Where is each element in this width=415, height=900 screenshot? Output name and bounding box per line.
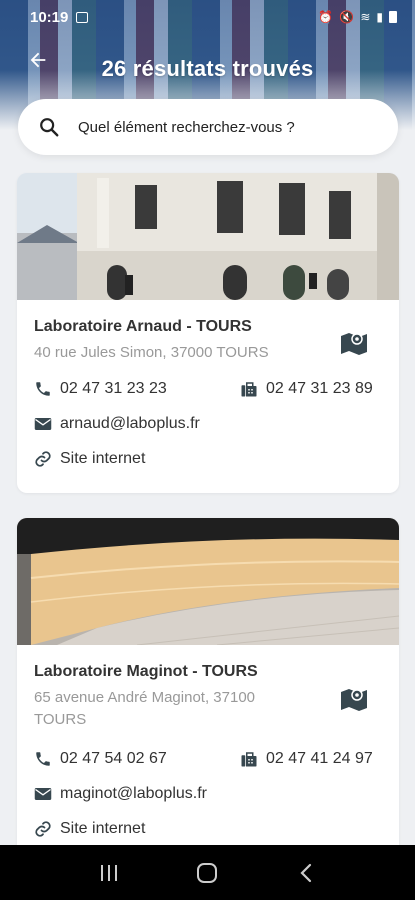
email-link[interactable]: arnaud@laboplus.fr (34, 415, 200, 433)
fax-link[interactable]: 02 47 31 23 89 (240, 380, 373, 398)
email-address: arnaud@laboplus.fr (60, 415, 200, 432)
fax-link[interactable]: 02 47 41 24 97 (240, 750, 373, 768)
fax-icon (240, 380, 258, 398)
phone-link[interactable]: 02 47 31 23 23 (34, 380, 167, 398)
laboratory-photo (17, 518, 399, 645)
fax-number: 02 47 31 23 89 (266, 380, 373, 397)
status-bar: 10:19 ⏰ 🔇 ≋ ▮ (0, 0, 415, 34)
recent-apps-icon (101, 864, 118, 881)
map-icon (341, 689, 367, 711)
phone-icon (34, 380, 52, 398)
map-button[interactable] (339, 328, 369, 358)
search-input[interactable]: Quel élément recherchez-vous ? (78, 119, 295, 136)
search-bar[interactable]: Quel élément recherchez-vous ? (18, 99, 398, 155)
website-label: Site internet (60, 450, 146, 467)
status-time: 10:19 (30, 8, 69, 26)
page-title: 26 résultats trouvés (101, 56, 314, 81)
back-system-button[interactable] (286, 853, 326, 893)
phone-icon (34, 750, 52, 768)
lab-name: Laboratoire Maginot - TOURS (34, 663, 258, 680)
lab-name: Laboratoire Arnaud - TOURS (34, 318, 252, 335)
map-icon (341, 333, 367, 355)
lab-address: 65 avenue André Maginot, 37100 TOURS (34, 689, 256, 728)
home-icon (197, 862, 218, 883)
search-icon (40, 118, 59, 137)
result-card[interactable]: Laboratoire Maginot - TOURS 65 avenue An… (17, 518, 399, 858)
fax-icon (240, 750, 258, 768)
phone-number: 02 47 31 23 23 (60, 380, 167, 397)
map-button[interactable] (339, 684, 369, 714)
result-card[interactable]: Laboratoire Arnaud - TOURS 40 rue Jules … (17, 173, 399, 493)
envelope-icon (34, 415, 52, 433)
website-link[interactable]: Site internet (34, 820, 145, 838)
link-icon (34, 820, 52, 838)
battery-icon (389, 11, 397, 23)
mute-icon: 🔇 (339, 10, 355, 24)
laboratory-photo (17, 173, 399, 300)
alarm-icon: ⏰ (318, 10, 334, 24)
lab-address: 40 rue Jules Simon, 37000 TOURS (34, 344, 269, 361)
wifi-icon: ≋ (360, 10, 371, 24)
website-label: Site internet (60, 820, 146, 837)
signal-icon: ▮ (376, 10, 383, 24)
email-address: maginot@laboplus.fr (60, 785, 207, 802)
website-link[interactable]: Site internet (34, 450, 145, 468)
chevron-left-icon (300, 863, 311, 882)
envelope-icon (34, 785, 52, 803)
phone-link[interactable]: 02 47 54 02 67 (34, 750, 167, 768)
recent-apps-button[interactable] (89, 853, 129, 893)
phone-number: 02 47 54 02 67 (60, 750, 167, 767)
home-button[interactable] (187, 853, 227, 893)
email-link[interactable]: maginot@laboplus.fr (34, 785, 207, 803)
image-notification-icon (76, 11, 89, 23)
system-navigation-bar (0, 845, 415, 900)
fax-number: 02 47 41 24 97 (266, 750, 373, 767)
link-icon (34, 450, 52, 468)
